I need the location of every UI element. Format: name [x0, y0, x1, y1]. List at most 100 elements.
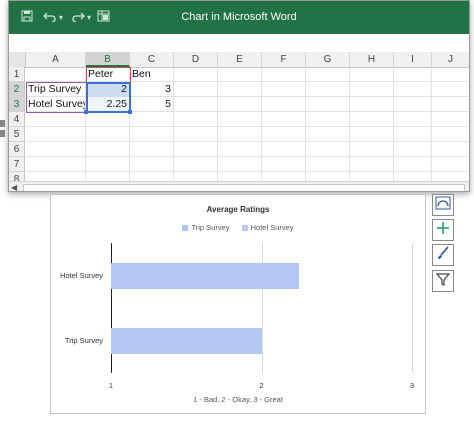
grid-cell[interactable]: [262, 112, 306, 127]
grid-cell[interactable]: [86, 142, 130, 157]
cell-c3[interactable]: 5: [130, 97, 174, 112]
grid-cell[interactable]: [174, 157, 218, 172]
grid-cell[interactable]: [218, 82, 262, 97]
column-header-d[interactable]: D: [174, 52, 218, 67]
chart-styles-button[interactable]: [432, 244, 454, 266]
grid-cell[interactable]: [174, 67, 218, 82]
grid-cell[interactable]: [26, 127, 86, 142]
grid-cell[interactable]: [306, 157, 350, 172]
chart-title[interactable]: Average Ratings: [51, 205, 425, 214]
select-all-corner[interactable]: [9, 52, 26, 67]
grid-cell[interactable]: [394, 82, 432, 97]
grid-cell[interactable]: [218, 67, 262, 82]
grid-cell[interactable]: [218, 127, 262, 142]
grid-cell[interactable]: [432, 157, 469, 172]
cell-b3[interactable]: 2.25: [86, 97, 130, 112]
grid-cell[interactable]: [350, 112, 394, 127]
bar-hotel-survey[interactable]: [111, 262, 300, 289]
column-header-e[interactable]: E: [218, 52, 262, 67]
grid-cell[interactable]: [26, 142, 86, 157]
grid-cell[interactable]: [174, 142, 218, 157]
row-header-6[interactable]: 6: [9, 142, 25, 157]
grid-cell[interactable]: [262, 157, 306, 172]
cell-a2[interactable]: Trip Survey: [26, 82, 86, 97]
row-header-3[interactable]: 3: [9, 97, 25, 112]
grid-cell[interactable]: [394, 67, 432, 82]
grid-cell[interactable]: [218, 157, 262, 172]
grid-cell[interactable]: [394, 142, 432, 157]
grid-cell[interactable]: [86, 127, 130, 142]
grid-cell[interactable]: [218, 112, 262, 127]
column-header-b[interactable]: B: [86, 52, 130, 67]
grid-cell[interactable]: [86, 112, 130, 127]
range-resize-handle[interactable]: [128, 110, 132, 114]
grid-cell[interactable]: [306, 67, 350, 82]
column-header-i[interactable]: I: [394, 52, 432, 67]
grid-cell[interactable]: [306, 112, 350, 127]
grid-cell[interactable]: [130, 112, 174, 127]
grid-cell[interactable]: [350, 67, 394, 82]
grid-cell[interactable]: [130, 157, 174, 172]
grid-cell[interactable]: [432, 112, 469, 127]
range-resize-handle[interactable]: [84, 110, 88, 114]
column-header-c[interactable]: C: [130, 52, 174, 67]
grid-cell[interactable]: [432, 142, 469, 157]
chart-layout-button[interactable]: [432, 194, 454, 216]
grid-cell[interactable]: [394, 112, 432, 127]
chart-area[interactable]: Average Ratings Trip Survey Hotel Survey…: [50, 194, 426, 414]
grid-cell[interactable]: [394, 157, 432, 172]
row-header-5[interactable]: 5: [9, 127, 25, 142]
grid-cell[interactable]: [86, 157, 130, 172]
grid-cell[interactable]: [394, 97, 432, 112]
grid-cell[interactable]: [432, 127, 469, 142]
grid-cell[interactable]: [432, 67, 469, 82]
column-header-j[interactable]: J: [432, 52, 469, 67]
row-header-4[interactable]: 4: [9, 112, 25, 127]
chart-elements-button[interactable]: [432, 219, 454, 241]
grid-cell[interactable]: [262, 142, 306, 157]
grid-cell[interactable]: [130, 127, 174, 142]
grid-cell[interactable]: [26, 112, 86, 127]
grid-cell[interactable]: [262, 127, 306, 142]
cell-c1[interactable]: Ben: [130, 67, 174, 82]
column-header-g[interactable]: G: [306, 52, 350, 67]
grid-cell[interactable]: [174, 112, 218, 127]
grid-cell[interactable]: [262, 67, 306, 82]
row-header-1[interactable]: 1: [9, 67, 25, 82]
grid-cell[interactable]: [350, 142, 394, 157]
grid-cell[interactable]: [130, 142, 174, 157]
row-header-7[interactable]: 7: [9, 157, 25, 172]
grid-cell[interactable]: [306, 142, 350, 157]
cell-b1[interactable]: Peter: [86, 67, 130, 82]
grid-cell[interactable]: [174, 97, 218, 112]
grid-cell[interactable]: [174, 127, 218, 142]
grid-cell[interactable]: [350, 82, 394, 97]
horizontal-scrollbar[interactable]: ◀: [9, 181, 469, 191]
grid-cell[interactable]: [350, 97, 394, 112]
cell-a3[interactable]: Hotel Survey: [26, 97, 86, 112]
bar-trip-survey[interactable]: [111, 327, 262, 354]
scroll-left-icon[interactable]: ◀: [11, 182, 17, 191]
grid-cell[interactable]: [350, 157, 394, 172]
column-header-a[interactable]: A: [26, 52, 86, 67]
scrollbar-thumb[interactable]: [23, 184, 465, 191]
grid-cell[interactable]: [26, 67, 86, 82]
grid-cell[interactable]: [394, 127, 432, 142]
chart-filters-button[interactable]: [432, 270, 454, 292]
grid-cell[interactable]: [262, 97, 306, 112]
column-header-f[interactable]: F: [262, 52, 306, 67]
grid-cell[interactable]: [174, 82, 218, 97]
grid-cell[interactable]: [306, 97, 350, 112]
grid-cell[interactable]: [262, 82, 306, 97]
cell-c2[interactable]: 3: [130, 82, 174, 97]
grid-cell[interactable]: [432, 97, 469, 112]
grid-cell[interactable]: [350, 127, 394, 142]
grid-cell[interactable]: [432, 82, 469, 97]
grid-cell[interactable]: [306, 127, 350, 142]
grid-cell[interactable]: [218, 97, 262, 112]
x-axis-title[interactable]: 1 - Bad, 2 - Okay, 3 - Great: [51, 395, 425, 404]
grid-cell[interactable]: [306, 82, 350, 97]
chart-legend[interactable]: Trip Survey Hotel Survey: [51, 223, 425, 232]
grid-cell[interactable]: [218, 142, 262, 157]
grid-cell[interactable]: [26, 157, 86, 172]
